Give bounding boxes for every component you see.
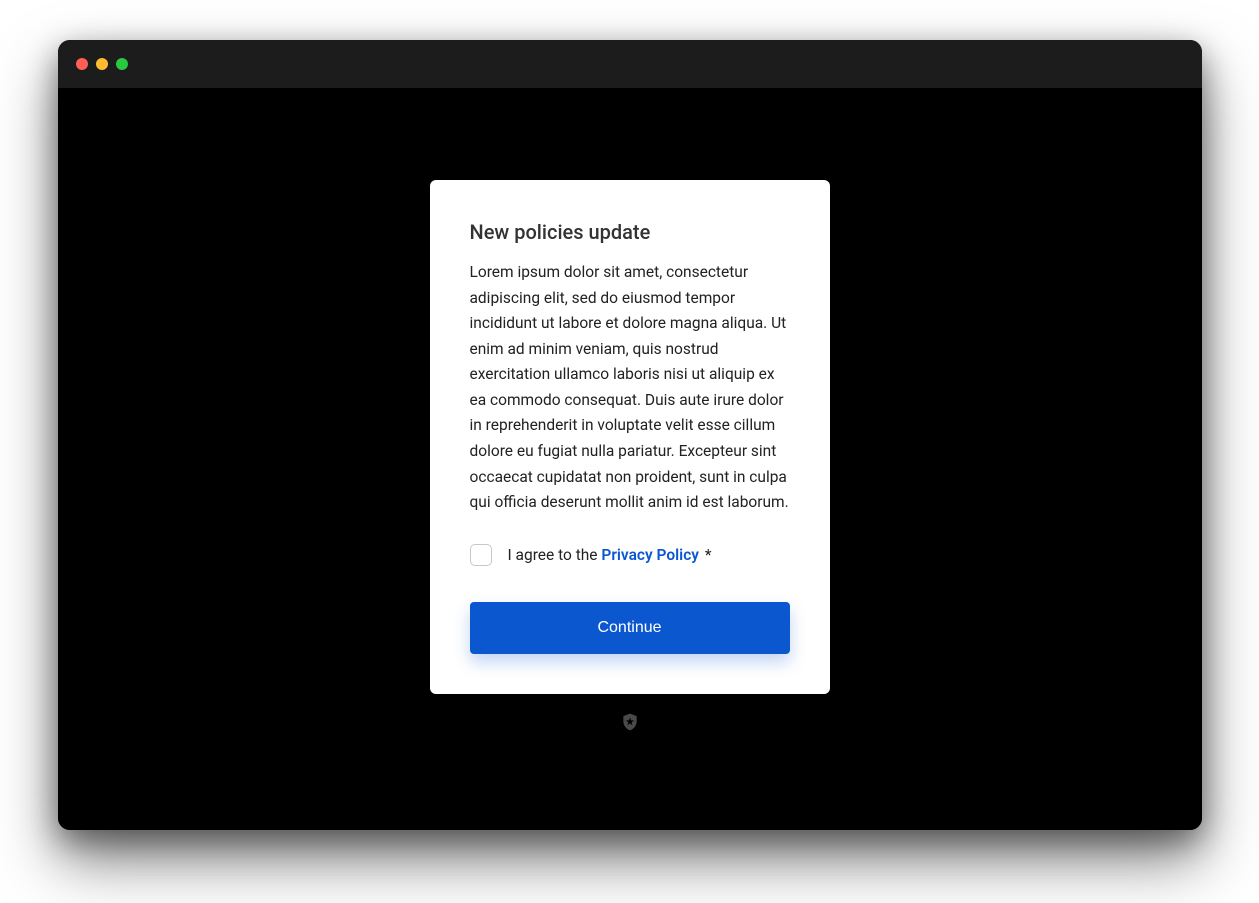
window-minimize-button[interactable] <box>96 58 108 70</box>
content-area: New policies update Lorem ipsum dolor si… <box>58 88 1202 830</box>
dialog-title: New policies update <box>470 220 790 244</box>
agree-prefix-text: I agree to the <box>508 546 602 564</box>
continue-button[interactable]: Continue <box>470 602 790 654</box>
agree-label: I agree to the Privacy Policy * <box>508 546 712 564</box>
app-window: New policies update Lorem ipsum dolor si… <box>58 40 1202 830</box>
agree-row: I agree to the Privacy Policy * <box>470 544 790 566</box>
shield-star-icon <box>620 712 640 732</box>
agree-checkbox[interactable] <box>470 544 492 566</box>
dialog-body: Lorem ipsum dolor sit amet, consectetur … <box>470 260 790 516</box>
policies-dialog: New policies update Lorem ipsum dolor si… <box>430 180 830 694</box>
window-maximize-button[interactable] <box>116 58 128 70</box>
privacy-policy-link[interactable]: Privacy Policy <box>601 546 699 564</box>
window-titlebar <box>58 40 1202 88</box>
window-close-button[interactable] <box>76 58 88 70</box>
required-indicator: * <box>701 546 712 564</box>
